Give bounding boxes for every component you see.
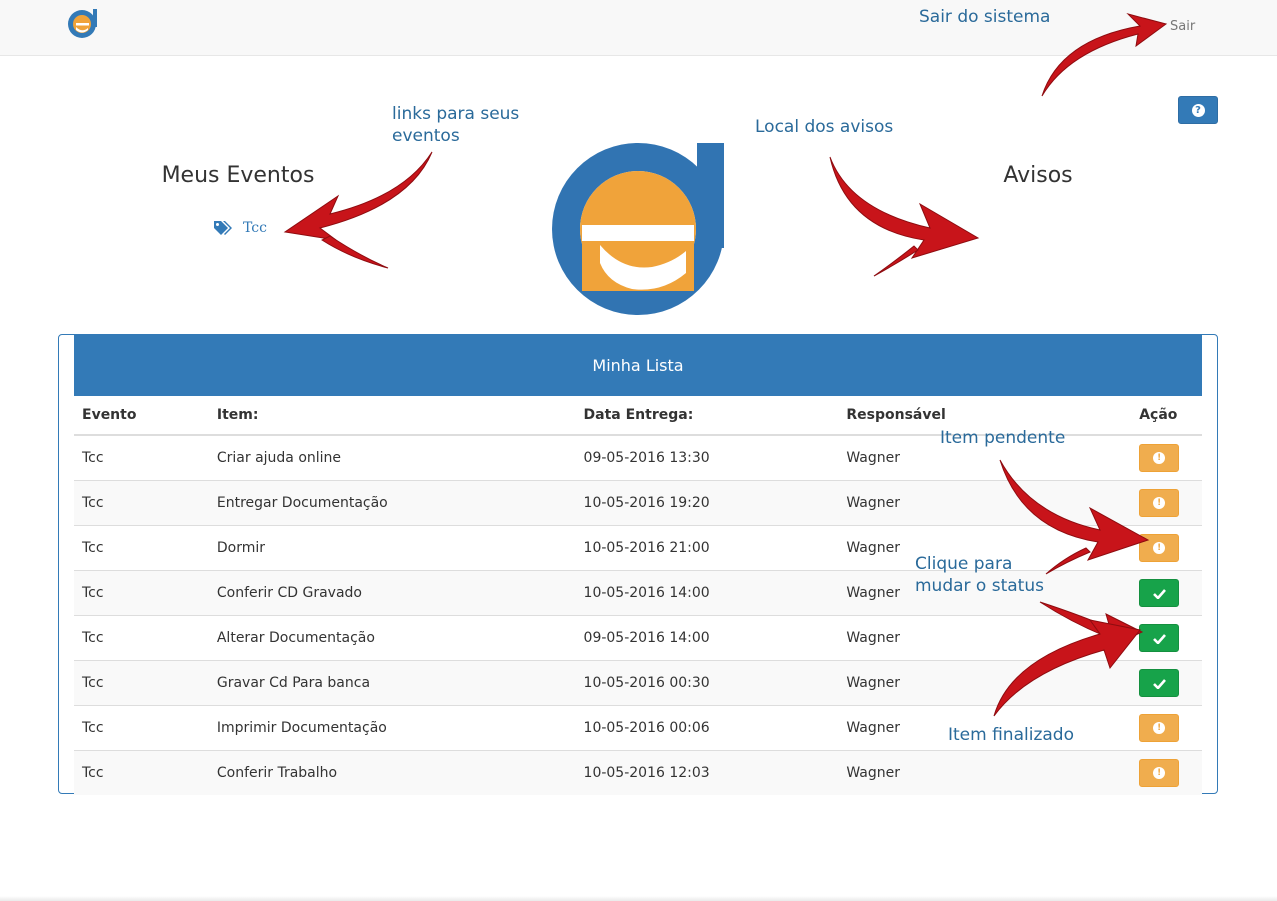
cell-data: 10-05-2016 19:20 (575, 480, 839, 526)
cell-acao: ! (1131, 525, 1202, 571)
cell-item: Gravar Cd Para banca (208, 660, 576, 706)
cell-evento: Tcc (74, 570, 209, 616)
status-pending-button[interactable]: ! (1139, 714, 1180, 742)
cell-item: Imprimir Documentação (208, 705, 576, 751)
check-icon (1152, 678, 1166, 689)
annotation-event-links: links para seus eventos (392, 104, 520, 146)
cell-data: 09-05-2016 14:00 (575, 615, 839, 661)
cell-evento: Tcc (74, 660, 209, 706)
cell-responsavel: Wagner (838, 660, 1132, 706)
table-row: Tcc Alterar Documentação 09-05-2016 14:00 W… (74, 615, 1202, 661)
ed-logo (552, 143, 724, 315)
annotation-done: Item finalizado (948, 725, 1074, 745)
column-header-acao: Ação (1131, 396, 1202, 436)
cell-acao: ! (1131, 750, 1202, 795)
cell-acao: ! (1131, 705, 1202, 751)
cell-acao (1131, 570, 1202, 616)
cell-evento: Tcc (74, 480, 209, 526)
annotation-pending: Item pendente (940, 428, 1066, 448)
cell-item: Entregar Documentação (208, 480, 576, 526)
check-icon (1152, 588, 1166, 599)
my-events-title: Meus Eventos (161, 163, 315, 188)
cell-data: 10-05-2016 21:00 (575, 525, 839, 571)
column-header-evento: Evento (74, 396, 209, 436)
cell-acao (1131, 660, 1202, 706)
status-pending-button[interactable]: ! (1139, 444, 1180, 472)
cell-item: Alterar Documentação (208, 615, 576, 661)
cell-acao: ! (1131, 434, 1202, 481)
cell-acao (1131, 615, 1202, 661)
question-circle-icon: ? (1191, 103, 1205, 117)
cell-data: 10-05-2016 12:03 (575, 750, 839, 795)
cell-acao: ! (1131, 480, 1202, 526)
annotation-click-status: Clique para mudar o status (915, 554, 1044, 596)
cell-evento: Tcc (74, 525, 209, 571)
table-row: Tcc Conferir Trabalho 10-05-2016 12:03 Wagn… (74, 750, 1202, 795)
cell-data: 10-05-2016 00:06 (575, 705, 839, 751)
exclamation-circle-icon: ! (1153, 542, 1166, 554)
check-icon (1152, 633, 1166, 644)
cell-item: Criar ajuda online (208, 434, 576, 481)
status-done-button[interactable] (1139, 624, 1180, 652)
table-row: Tcc Entregar Documentação 10-05-2016 19:20… (74, 480, 1202, 526)
status-pending-button[interactable]: ! (1139, 759, 1180, 787)
exclamation-circle-icon: ! (1153, 767, 1166, 779)
cell-data: 09-05-2016 13:30 (575, 434, 839, 481)
cell-data: 10-05-2016 00:30 (575, 660, 839, 706)
notices-title: Avisos (1003, 163, 1073, 188)
cell-evento: Tcc (74, 615, 209, 661)
exclamation-circle-icon: ! (1153, 452, 1166, 464)
cell-item: Conferir Trabalho (208, 750, 576, 795)
cell-evento: Tcc (74, 750, 209, 795)
status-done-button[interactable] (1139, 579, 1180, 607)
cell-evento: Tcc (74, 434, 209, 481)
cell-responsavel: Wagner (838, 480, 1132, 526)
top-navbar: Sair (0, 0, 1277, 56)
exclamation-circle-icon: ! (1153, 722, 1166, 734)
panel-heading: Minha Lista (74, 335, 1202, 396)
cell-evento: Tcc (74, 705, 209, 751)
cell-item: Conferir CD Gravado (208, 570, 576, 616)
status-pending-button[interactable]: ! (1139, 489, 1180, 517)
event-link-label: Tcc (243, 220, 267, 236)
tags-icon (214, 221, 232, 235)
exclamation-circle-icon: ! (1153, 497, 1166, 509)
cell-responsavel: Wagner (838, 750, 1132, 795)
table-row: Tcc Gravar Cd Para banca 10-05-2016 00:30 W… (74, 660, 1202, 706)
cell-responsavel: Wagner (838, 615, 1132, 661)
cell-item: Dormir (208, 525, 576, 571)
help-button[interactable]: ? (1178, 96, 1218, 124)
logout-link[interactable]: Sair (1170, 19, 1195, 34)
annotation-notices: Local dos avisos (755, 117, 894, 137)
cell-data: 10-05-2016 14:00 (575, 570, 839, 616)
footer-divider (0, 896, 1277, 901)
column-header-item: Item: (208, 396, 576, 436)
column-header-data: Data Entrega: (575, 396, 839, 436)
status-done-button[interactable] (1139, 669, 1180, 697)
event-link-tcc[interactable]: Tcc (213, 220, 267, 236)
status-pending-button[interactable]: ! (1139, 534, 1180, 562)
annotation-logout: Sair do sistema (919, 7, 1051, 27)
ed-logo-icon[interactable] (66, 6, 100, 40)
